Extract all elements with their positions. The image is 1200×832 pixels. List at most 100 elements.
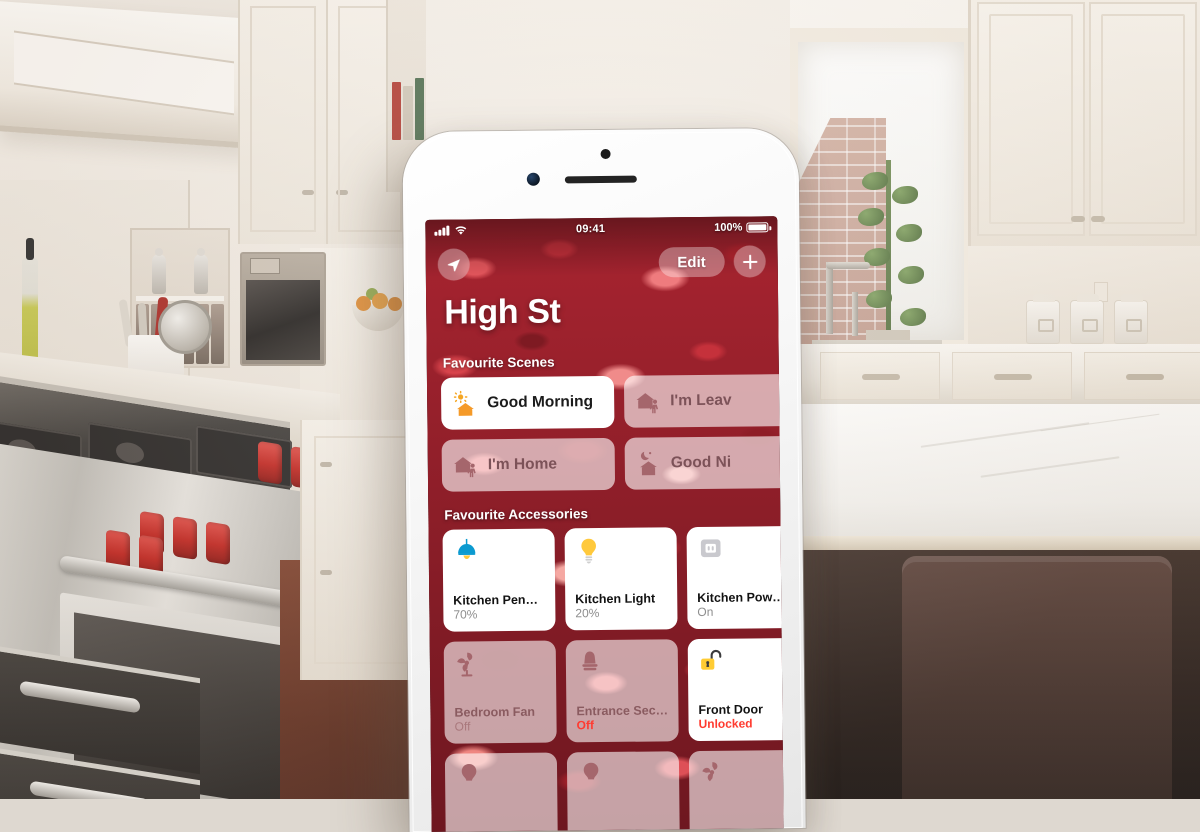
drawer-handle[interactable] xyxy=(1126,374,1164,380)
lightbulb-icon xyxy=(577,761,605,789)
book xyxy=(403,86,412,140)
dining-chair xyxy=(902,556,1172,799)
scene-label: Good Morning xyxy=(487,393,593,412)
decorative-urn xyxy=(194,254,208,294)
faucet-sprayer xyxy=(852,292,858,336)
cabinet-knob xyxy=(302,190,314,195)
range-knob[interactable] xyxy=(173,516,197,560)
upper-cabinet-right xyxy=(968,0,1200,246)
marble-vein xyxy=(1041,414,1160,432)
marble-backsplash xyxy=(800,404,1200,544)
home-content: Favourite Scenes xyxy=(427,352,784,832)
fruit xyxy=(356,296,371,311)
kitchen-canister xyxy=(1070,300,1104,344)
accessory-name: Bedroom Fan xyxy=(454,705,546,720)
fruit xyxy=(372,293,388,309)
book-row xyxy=(392,78,424,140)
nav-spacer xyxy=(470,262,659,264)
accessory-state: On xyxy=(697,606,783,621)
spice-jar xyxy=(211,304,224,364)
status-right: 100% xyxy=(714,221,768,234)
kitchen-faucet xyxy=(826,262,833,334)
edit-button[interactable]: Edit xyxy=(658,247,725,278)
accessory-text: Bedroom Fan Off xyxy=(454,705,546,735)
accessory-card-kitchen-light[interactable]: Kitchen Light 20% xyxy=(565,527,678,630)
proximity-sensor xyxy=(601,149,611,159)
status-bar: 09:41 100% xyxy=(425,216,777,242)
accessory-card-front-door[interactable]: Front Door Unlocked xyxy=(688,638,784,741)
accessory-name: Kitchen Light xyxy=(575,592,667,607)
oven-control-panel xyxy=(250,258,280,274)
power-outlet-icon xyxy=(697,536,725,564)
accessory-state: 20% xyxy=(575,607,667,622)
accessory-card-entrance-security-system[interactable]: Entrance Security Sy… Off xyxy=(566,639,679,742)
sun-house-icon xyxy=(452,390,478,416)
oven-glass xyxy=(246,280,320,360)
location-button[interactable] xyxy=(438,248,470,280)
accessory-text: Kitchen Light 20% xyxy=(575,592,667,622)
scenes-section-label: Favourite Scenes xyxy=(443,352,765,370)
add-button[interactable] xyxy=(734,245,766,277)
range-hood xyxy=(0,1,250,148)
scene-card-im-leaving[interactable]: I'm Leav xyxy=(624,374,784,428)
accessory-card-partial[interactable] xyxy=(445,753,558,832)
range-knob[interactable] xyxy=(206,521,230,565)
range-knob[interactable] xyxy=(258,441,282,485)
accessory-card-partial[interactable] xyxy=(689,750,784,832)
range-hood-band xyxy=(14,31,234,116)
book xyxy=(392,82,401,140)
accessory-text: Entrance Security Sy… Off xyxy=(576,704,668,734)
status-left xyxy=(434,225,467,235)
accessory-name: Entrance Security Sy… xyxy=(576,704,668,719)
cellular-signal-icon xyxy=(434,226,449,236)
cabinet-knob xyxy=(336,190,348,195)
fan-icon xyxy=(454,650,482,678)
page-title: High St xyxy=(444,292,561,332)
accessory-card-partial[interactable] xyxy=(567,751,680,832)
location-arrow-icon xyxy=(446,257,461,272)
scene-label: I'm Leav xyxy=(670,392,732,411)
accessories-section-label: Favourite Accessories xyxy=(444,504,766,522)
accessory-state: Off xyxy=(455,720,547,735)
home-nav-bar: Edit xyxy=(426,242,778,284)
marble-vein xyxy=(981,456,1120,477)
accessory-state: Unlocked xyxy=(699,718,784,733)
accessory-name: Kitchen Pendant xyxy=(453,593,545,608)
smartphone-device: 09:41 100% Edit High St Fa xyxy=(402,128,805,832)
accessory-card-bedroom-fan[interactable]: Bedroom Fan Off xyxy=(444,641,557,744)
scene-card-good-night[interactable]: Good Ni xyxy=(625,436,784,490)
accessory-text: Kitchen Power Point On xyxy=(697,590,783,620)
counter-edge xyxy=(800,536,1200,550)
accessory-text: Front Door Unlocked xyxy=(698,702,783,732)
decorative-urn xyxy=(152,254,166,294)
cabinet-door xyxy=(977,2,1085,236)
favourite-scenes-grid: Good Morning I'm Leav xyxy=(441,374,784,492)
unlocked-padlock-icon xyxy=(698,648,726,676)
wifi-icon xyxy=(454,225,467,235)
phone-screen: 09:41 100% Edit High St Fa xyxy=(425,216,783,832)
front-camera xyxy=(527,173,540,186)
kitchen-canister xyxy=(1026,300,1060,344)
kitchen-canister xyxy=(1114,300,1148,344)
hanging-pan xyxy=(158,300,212,354)
scene-card-good-morning[interactable]: Good Morning xyxy=(441,376,615,430)
accessory-card-kitchen-power-point[interactable]: Kitchen Power Point On xyxy=(686,526,783,629)
drawer-handle[interactable] xyxy=(862,374,900,380)
accessory-name: Front Door xyxy=(698,702,783,717)
scene-card-im-home[interactable]: I'm Home xyxy=(442,438,616,492)
fan-icon xyxy=(699,760,727,788)
accessory-state: Off xyxy=(577,719,669,734)
status-time: 09:41 xyxy=(467,222,714,237)
accessory-card-kitchen-pendant[interactable]: Kitchen Pendant 70% xyxy=(443,529,556,632)
siren-icon xyxy=(576,649,604,677)
scene-label: I'm Home xyxy=(488,455,557,474)
book xyxy=(415,78,424,140)
house-person-icon xyxy=(453,452,479,478)
favourite-accessories-grid: Kitchen Pendant 70% Kitchen xyxy=(443,526,784,832)
drawer-handle[interactable] xyxy=(994,374,1032,380)
plus-icon xyxy=(741,253,758,270)
cabinet-knob xyxy=(320,570,332,575)
lightbulb-icon xyxy=(575,537,603,565)
accessory-state: 70% xyxy=(453,608,545,623)
house-person-icon xyxy=(635,388,661,414)
